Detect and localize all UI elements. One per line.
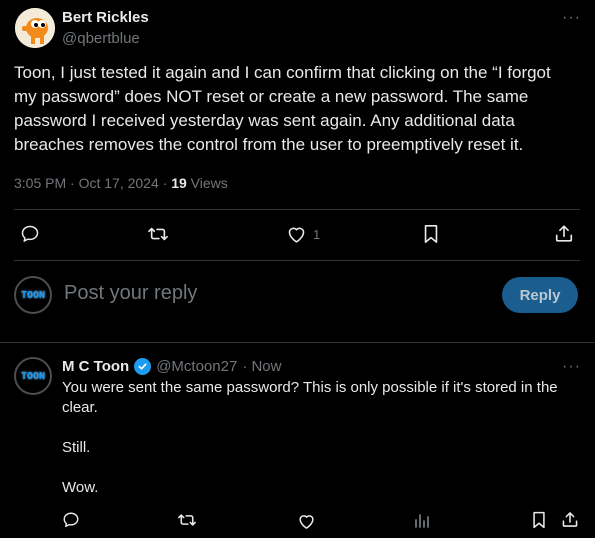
reply-author-avatar[interactable]: TOON [14, 357, 52, 395]
comment-icon [21, 225, 39, 242]
analytics-icon [415, 514, 429, 528]
bookmark-icon [424, 225, 438, 243]
share-icon [555, 225, 573, 242]
reply-author-name[interactable]: M C Toon [62, 358, 129, 375]
views-label: Views [186, 175, 228, 191]
author-avatar[interactable] [15, 8, 55, 48]
reply-share-button[interactable] [561, 510, 579, 529]
reply-views-button[interactable] [414, 512, 430, 528]
heart-icon [288, 227, 305, 243]
comment-icon [63, 512, 79, 528]
reply-timestamp[interactable]: · Now [242, 358, 281, 375]
reply-text: You were sent the same password? This is… [62, 378, 582, 498]
heart-icon [299, 515, 314, 529]
bookmark-icon [533, 511, 545, 529]
reply-repost-button[interactable] [177, 511, 197, 529]
author-name[interactable]: Bert Rickles [62, 9, 149, 26]
reply-line: Wow. [62, 479, 99, 496]
reply-bookmark-button[interactable] [531, 511, 547, 529]
avatar-logo-text: TOON [20, 370, 46, 382]
reply-line: You were sent the same password? This is… [62, 379, 558, 416]
tweet-text: Toon, I just tested it again and I can c… [14, 63, 551, 154]
composer-avatar: TOON [14, 276, 52, 314]
share-action-button[interactable] [554, 223, 574, 244]
reply-action-button[interactable] [20, 224, 40, 244]
bookmark-action-button[interactable] [422, 224, 440, 244]
like-action-button[interactable]: 1 [286, 224, 320, 244]
divider [0, 342, 595, 343]
reply-more-options-button[interactable]: ··· [562, 358, 581, 376]
verified-badge-icon [134, 358, 152, 375]
repost-action-button[interactable] [147, 224, 169, 244]
reply-line: Still. [62, 439, 91, 456]
qbert-avatar-icon [15, 8, 55, 48]
views-count: 19 [171, 175, 187, 191]
tweet-timestamp[interactable]: 3:05 PM · Oct 17, 2024 · [14, 175, 171, 191]
repost-icon [148, 227, 168, 241]
repost-icon [178, 514, 196, 526]
reply-button[interactable]: Reply [502, 277, 578, 313]
tweet-meta: 3:05 PM · Oct 17, 2024 · 19 Views [14, 175, 228, 191]
more-options-button[interactable]: ··· [562, 9, 581, 27]
author-handle[interactable]: @qbertblue [62, 30, 140, 47]
divider [14, 260, 580, 261]
reply-input[interactable]: Post your reply [64, 282, 197, 305]
avatar-logo-text: TOON [20, 289, 46, 301]
share-icon [562, 512, 578, 527]
like-count: 1 [313, 226, 321, 242]
reply-like-button[interactable] [297, 512, 316, 530]
reply-author-handle[interactable]: @Mctoon27 [156, 358, 237, 375]
reply-comment-button[interactable] [62, 511, 80, 529]
reply-header: M C Toon @Mctoon27 · Now [62, 358, 281, 375]
divider [14, 209, 580, 210]
